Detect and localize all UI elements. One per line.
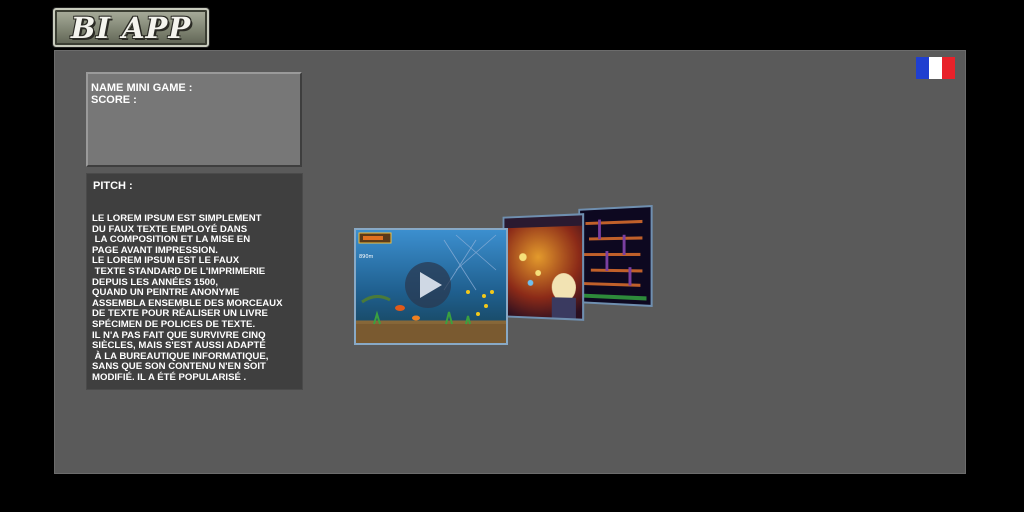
flag-stripe-white: [929, 57, 942, 79]
pitch-title: PITCH :: [93, 180, 133, 192]
underwater-game-screenshot: 890m: [356, 232, 506, 343]
game-card-underwater[interactable]: 890m: [354, 228, 508, 345]
flag-stripe-red: [942, 57, 955, 79]
platformer-game-screenshot: [583, 219, 647, 301]
hud-distance: 890m: [359, 254, 374, 260]
pitch-panel: PITCH : LE LOREM IPSUM EST SIMPLEMENT DU…: [86, 173, 303, 390]
game-card-anime[interactable]: [502, 213, 585, 321]
flag-stripe-blue: [916, 57, 929, 79]
app-logo-text: BI APP: [70, 10, 192, 45]
french-flag-icon[interactable]: [916, 57, 955, 79]
app-logo: BI APP: [53, 8, 209, 47]
pitch-text: LE LOREM IPSUM EST SIMPLEMENT DU FAUX TE…: [92, 213, 283, 383]
anime-game-screenshot: [504, 215, 583, 319]
game-card-platformer[interactable]: [578, 204, 653, 308]
mini-game-name-label: NAME MINI GAME :: [91, 82, 193, 94]
game-info-box: NAME MINI GAME : SCORE :: [86, 72, 302, 167]
score-label: SCORE :: [91, 94, 137, 106]
